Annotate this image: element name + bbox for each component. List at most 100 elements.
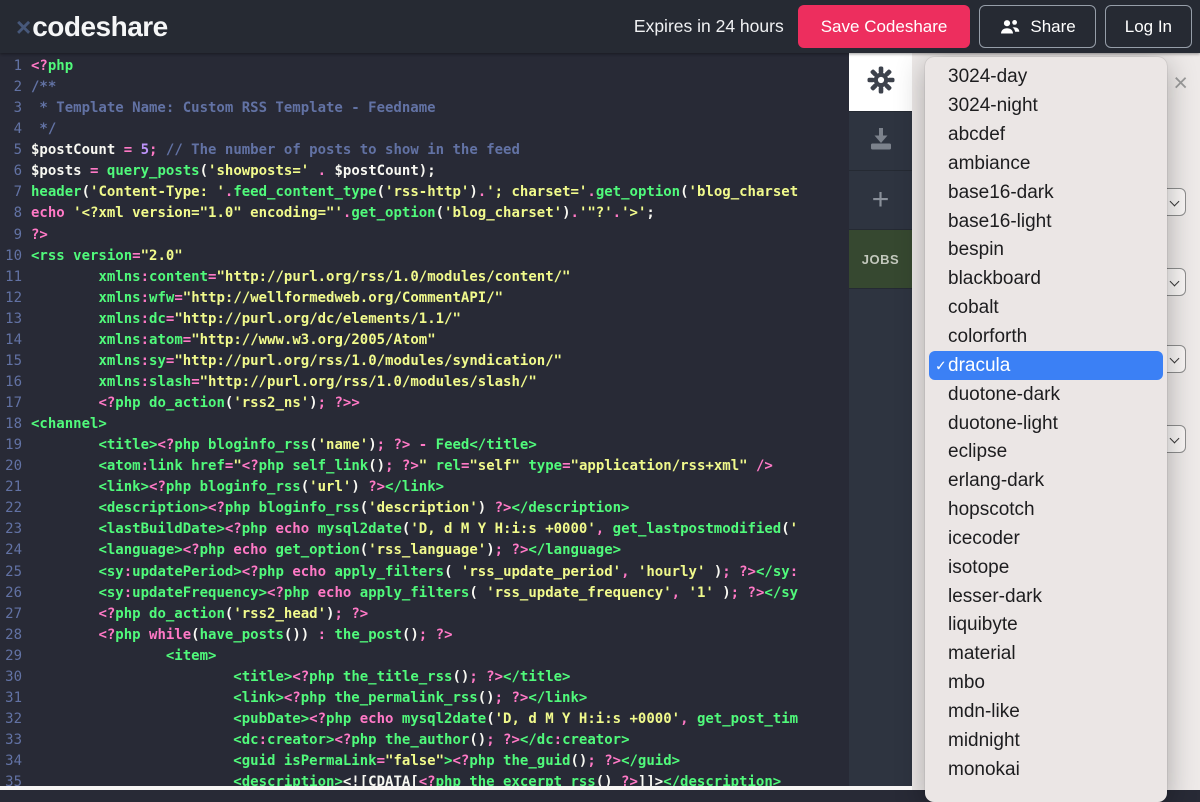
code-line[interactable]: 10<rss version="2.0"	[0, 246, 849, 267]
code-line[interactable]: 7header('Content-Type: '.feed_content_ty…	[0, 182, 849, 203]
code-token: <?	[157, 437, 174, 453]
code-line[interactable]: 23 <lastBuildDate><?php echo mysql2date(…	[0, 519, 849, 540]
code-token: ()	[368, 458, 385, 474]
code-token	[689, 711, 697, 727]
theme-option-label: 3024-day	[948, 66, 1027, 88]
code-token: "	[419, 458, 427, 474]
code-line[interactable]: 29 <item>	[0, 646, 849, 667]
theme-option-bespin[interactable]: bespin	[925, 236, 1167, 265]
theme-option-ambiance[interactable]: ambiance	[925, 150, 1167, 179]
code-line[interactable]: 24 <language><?php echo get_option('rss_…	[0, 540, 849, 561]
code-editor[interactable]: 1<?php2/**3 * Template Name: Custom RSS …	[0, 53, 849, 790]
code-token: )	[562, 205, 570, 221]
theme-option-icecoder[interactable]: icecoder	[925, 525, 1167, 554]
theme-option-dracula[interactable]: ✓dracula	[929, 351, 1163, 380]
theme-option-mbo[interactable]: mbo	[925, 669, 1167, 698]
code-token: :	[141, 458, 149, 474]
code-line[interactable]: 28 <?php while(have_posts()) : the_post(…	[0, 625, 849, 646]
theme-option-blackboard[interactable]: blackboard	[925, 265, 1167, 294]
theme-option-duotone-dark[interactable]: duotone-dark	[925, 380, 1167, 409]
code-line[interactable]: 27 <?php do_action('rss2_head'); ?>	[0, 604, 849, 625]
code-line[interactable]: 31 <link><?php the_permalink_rss(); ?></…	[0, 688, 849, 709]
code-line[interactable]: 16 xmlns:slash="http://purl.org/rss/1.0/…	[0, 372, 849, 393]
code-token: .	[613, 205, 621, 221]
code-line[interactable]: 8echo '<?xml version="1.0" encoding="'.g…	[0, 203, 849, 224]
login-button[interactable]: Log In	[1105, 5, 1192, 48]
theme-option-cobalt[interactable]: cobalt	[925, 294, 1167, 323]
code-token	[31, 395, 98, 411]
code-line[interactable]: 30 <title><?php the_title_rss(); ?></tit…	[0, 667, 849, 688]
code-line[interactable]: 5$postCount = 5; // The number of posts …	[0, 140, 849, 161]
code-token: <lastBuildDate>	[98, 521, 224, 537]
code-line[interactable]: 6$posts = query_posts('showposts=' . $po…	[0, 161, 849, 182]
code-line[interactable]: 26 <sy:updateFrequency><?php echo apply_…	[0, 583, 849, 604]
code-line[interactable]: 9?>	[0, 225, 849, 246]
theme-option-hopscotch[interactable]: hopscotch	[925, 496, 1167, 525]
code-line[interactable]: 20 <atom:link href="<?php self_link(); ?…	[0, 456, 849, 477]
code-token	[31, 606, 98, 622]
code-token	[31, 269, 98, 285]
code-line[interactable]: 12 xmlns:wfw="http://wellformedweb.org/C…	[0, 288, 849, 309]
code-line[interactable]: 1<?php	[0, 56, 849, 77]
code-line[interactable]: 21 <link><?php bloginfo_rss('url') ?></l…	[0, 477, 849, 498]
code-token: <?	[98, 606, 115, 622]
theme-option-duotone-light[interactable]: duotone-light	[925, 409, 1167, 438]
theme-option-erlang-dark[interactable]: erlang-dark	[925, 467, 1167, 496]
close-icon[interactable]: ×	[1173, 71, 1188, 96]
theme-option-label: mbo	[948, 672, 985, 694]
code-token: (	[301, 479, 309, 495]
code-line[interactable]: 4 */	[0, 119, 849, 140]
theme-option-lesser-dark[interactable]: lesser-dark	[925, 582, 1167, 611]
add-file-tab[interactable]: +	[849, 171, 912, 230]
code-line[interactable]: 14 xmlns:atom="http://www.w3.org/2005/At…	[0, 330, 849, 351]
code-token: ; ?>	[334, 606, 368, 622]
theme-option-eclipse[interactable]: eclipse	[925, 438, 1167, 467]
horizontal-scrollbar[interactable]	[0, 786, 912, 790]
code-token: type	[520, 458, 562, 474]
theme-option-mdn-like[interactable]: mdn-like	[925, 698, 1167, 727]
code-token: <?	[292, 669, 309, 685]
code-line[interactable]: 15 xmlns:sy="http://purl.org/rss/1.0/mod…	[0, 351, 849, 372]
codeshare-logo[interactable]: × codeshare	[16, 11, 168, 43]
checkmark-icon: ✓	[935, 357, 947, 374]
code-token: ; ?> -	[377, 437, 436, 453]
code-line[interactable]: 19 <title><?php bloginfo_rss('name'); ?>…	[0, 435, 849, 456]
code-line[interactable]: 17 <?php do_action('rss2_ns'); ?>>	[0, 393, 849, 414]
code-line[interactable]: 11 xmlns:content="http://purl.org/rss/1.…	[0, 267, 849, 288]
topbar-actions: Expires in 24 hours Save Codeshare Share…	[634, 5, 1200, 48]
code-token: ,	[672, 585, 680, 601]
code-line[interactable]: 2/**	[0, 77, 849, 98]
code-line[interactable]: 22 <description><?php bloginfo_rss('desc…	[0, 498, 849, 519]
theme-option-3024-day[interactable]: 3024-day	[925, 63, 1167, 92]
theme-option-material[interactable]: material	[925, 640, 1167, 669]
theme-option-base16-dark[interactable]: base16-dark	[925, 178, 1167, 207]
download-tab[interactable]	[849, 112, 912, 171]
code-line[interactable]: 18<channel>	[0, 414, 849, 435]
code-line[interactable]: 3 * Template Name: Custom RSS Template -…	[0, 98, 849, 119]
code-line[interactable]: 25 <sy:updatePeriod><?php echo apply_fil…	[0, 562, 849, 583]
theme-option-abcdef[interactable]: abcdef	[925, 121, 1167, 150]
code-line[interactable]: 13 xmlns:dc="http://purl.org/dc/elements…	[0, 309, 849, 330]
code-token: <title>	[233, 669, 292, 685]
code-token: =	[174, 290, 182, 306]
theme-option-monokai[interactable]: monokai	[925, 755, 1167, 784]
theme-option-3024-night[interactable]: 3024-night	[925, 92, 1167, 121]
code-token: ,	[680, 711, 688, 727]
settings-tab[interactable]	[849, 53, 912, 112]
code-token: slash	[149, 374, 191, 390]
theme-option-colorforth[interactable]: colorforth	[925, 323, 1167, 352]
theme-option-isotope[interactable]: isotope	[925, 553, 1167, 582]
code-token: '; charset='	[486, 184, 587, 200]
theme-option-midnight[interactable]: midnight	[925, 726, 1167, 755]
code-token: have_posts	[200, 627, 284, 643]
theme-option-base16-light[interactable]: base16-light	[925, 207, 1167, 236]
save-codeshare-button[interactable]: Save Codeshare	[798, 5, 971, 48]
code-token: ; ?>	[385, 458, 419, 474]
code-line[interactable]: 33 <dc:creator><?php the_author(); ?></d…	[0, 730, 849, 751]
share-button[interactable]: Share	[979, 5, 1095, 48]
code-line[interactable]: 32 <pubDate><?php echo mysql2date('D, d …	[0, 709, 849, 730]
jobs-tab[interactable]: JOBS	[849, 230, 912, 289]
theme-option-liquibyte[interactable]: liquibyte	[925, 611, 1167, 640]
code-line[interactable]: 34 <guid isPermaLink="false"><?php the_g…	[0, 751, 849, 772]
code-token: </language>	[528, 542, 621, 558]
